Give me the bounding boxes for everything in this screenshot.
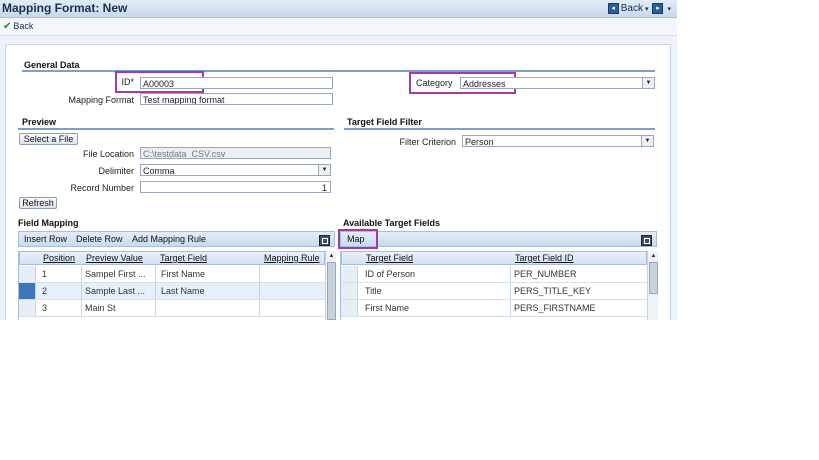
cell-target-field[interactable]: First Name [161,266,205,282]
field-mapping-table: Position Preview Value Target Field Mapp… [18,251,336,320]
target-field-filter-title: Target Field Filter [347,117,422,127]
section-divider [344,128,655,130]
table-row[interactable]: Title PERS_TITLE_KEY [341,283,647,300]
field-mapping-scrollbar[interactable]: ▲ [325,251,336,320]
cell-target-field[interactable]: Last Name [161,283,205,299]
cell-target-field-id: PERS_TITLE_KEY [514,286,592,296]
cell-target-field: First Name [365,303,410,313]
filter-criterion-label: Filter Criterion [399,137,456,147]
cell-target-field: ID of Person [365,269,416,279]
table-row[interactable]: 2 Sample Last ... Last Name [19,283,325,300]
column-header-target-field[interactable]: Target Field [366,252,446,265]
page-title: Mapping Format: New [2,1,128,15]
row-selector[interactable] [341,300,358,316]
column-header-target-field[interactable]: Target Field [160,252,224,265]
cell-preview-value: Sample Last ... [85,286,146,296]
cell-target-field: Title [365,286,382,296]
title-bar: Mapping Format: New ◂ Back ▾ ▸ ▾ [0,0,677,18]
table-row[interactable]: 1 Sampel First ... First Name [19,266,325,283]
delete-row-button[interactable]: Delete Row [76,232,123,247]
select-file-button[interactable]: Select a File [19,133,78,145]
preview-title: Preview [22,117,57,127]
row-selector[interactable] [19,283,36,299]
delimiter-dropdown[interactable]: Comma ▼ [140,164,331,176]
table-row[interactable]: ID of Person PER_NUMBER [341,266,647,283]
column-header-target-field-id[interactable]: Target Field ID [515,252,605,265]
section-divider [18,128,334,130]
field-mapping-title: Field Mapping [18,218,79,228]
column-header-preview-value[interactable]: Preview Value [86,252,150,265]
cell-target-field-id: PERS_FIRSTNAME [514,303,596,313]
mapping-format-label: Mapping Format [68,95,134,105]
chevron-down-icon[interactable]: ▼ [642,78,654,88]
forward-dropdown-icon[interactable]: ▾ [667,6,671,13]
record-number-label: Record Number [70,183,134,193]
scroll-up-icon[interactable]: ▲ [327,252,336,261]
cell-preview-value: Main St [85,303,116,313]
file-location-label: File Location [82,149,134,159]
record-number-field[interactable]: 1 [140,181,331,193]
map-highlight-box [338,229,378,249]
cell-position: 3 [42,303,48,313]
cell-target-field-id: PER_NUMBER [514,269,577,279]
mapping-format-field[interactable]: Test mapping format [140,93,333,105]
row-selector[interactable] [341,283,358,299]
chevron-down-icon[interactable]: ▼ [318,165,330,175]
nav-back-button[interactable]: Back [621,3,643,14]
general-data-title: General Data [24,60,80,70]
navigation-controls: ◂ Back ▾ ▸ ▾ [606,2,673,15]
checkmark-icon: ✔ [3,21,12,32]
id-label: ID* [121,77,134,87]
available-fields-toolbar: Map [340,231,657,247]
file-location-field: C:\testdata_CSV.csv [140,147,331,159]
row-selector[interactable] [341,266,358,282]
row-selector[interactable] [19,266,36,282]
category-dropdown[interactable]: Addresses ▼ [460,77,655,89]
insert-row-button[interactable]: Insert Row [24,232,67,247]
back-toolbar: ✔ Back [0,18,677,36]
delimiter-label: Delimiter [98,166,134,176]
category-label: Category [416,78,453,88]
table-header: Target Field Target Field ID [341,251,647,265]
column-header-position[interactable]: Position [43,252,79,265]
refresh-button[interactable]: Refresh [19,197,57,209]
scroll-thumb[interactable] [649,262,658,294]
application-window: Mapping Format: New ◂ Back ▾ ▸ ▾ ✔ Back Gener… [0,0,677,320]
scroll-thumb[interactable] [327,262,336,320]
delimiter-value: Comma [143,166,175,176]
filter-criterion-value: Person [465,137,494,147]
available-fields-scrollbar[interactable]: ▲ [647,251,658,320]
back-square-icon[interactable]: ◂ [607,2,619,14]
cell-preview-value: Sampel First ... [85,269,146,279]
row-selector[interactable] [19,300,36,316]
available-fields-table: Target Field Target Field ID ID of Perso… [340,251,658,320]
add-mapping-rule-button[interactable]: Add Mapping Rule [132,232,206,247]
field-mapping-toolbar: Insert Row Delete Row Add Mapping Rule [18,231,335,247]
cell-position: 1 [42,269,48,279]
table-header: Position Preview Value Target Field Mapp… [19,251,325,265]
chevron-down-icon[interactable]: ▼ [641,136,653,146]
available-target-fields-title: Available Target Fields [343,218,441,228]
category-value: Addresses [463,79,506,89]
id-field[interactable]: A00003 [140,77,333,89]
cell-position: 2 [42,286,48,296]
back-button[interactable]: Back [13,21,33,31]
export-icon[interactable] [641,235,652,246]
filter-criterion-dropdown[interactable]: Person ▼ [462,135,654,147]
table-row[interactable]: First Name PERS_FIRSTNAME [341,300,647,317]
forward-square-icon[interactable]: ▸ [652,2,664,14]
table-row[interactable]: 3 Main St [19,300,325,317]
export-icon[interactable] [319,235,330,246]
back-dropdown-icon[interactable]: ▾ [645,6,649,13]
scroll-up-icon[interactable]: ▲ [649,252,658,261]
column-header-mapping-rule[interactable]: Mapping Rule [264,252,324,265]
